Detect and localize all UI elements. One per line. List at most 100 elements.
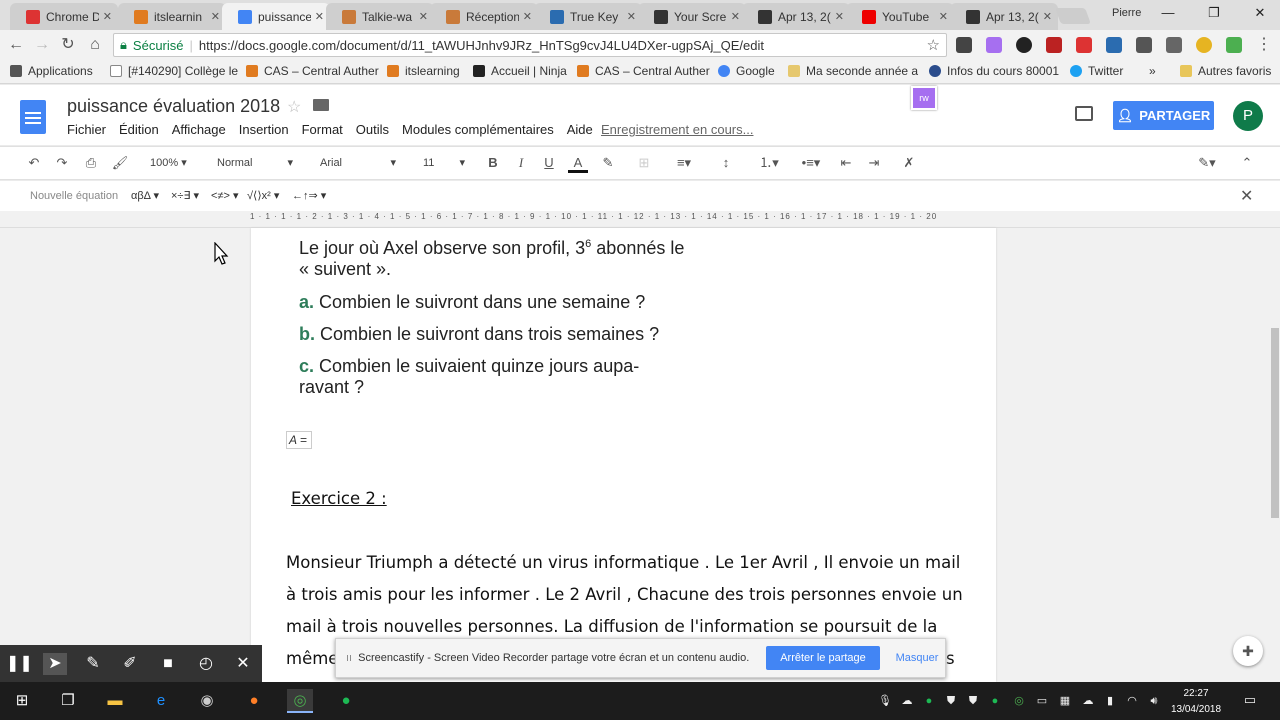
arrows-menu[interactable]: ←↑⇒ ▾ — [292, 189, 326, 202]
menu-modules[interactable]: Modules complémentaires — [402, 122, 554, 137]
bookmark-applications[interactable]: Applications — [10, 64, 93, 78]
maximize-icon[interactable]: ❐ — [1199, 2, 1229, 24]
browser-tab[interactable]: Your Scre ✕ — [638, 3, 746, 30]
extension-icon[interactable] — [1106, 37, 1122, 53]
line-spacing-icon[interactable]: ↕ — [716, 153, 736, 173]
clear-formatting-icon[interactable]: ✗ — [899, 153, 919, 173]
editing-mode-icon[interactable]: ✎▾ — [1192, 153, 1222, 173]
star-icon[interactable]: ☆ — [287, 97, 301, 117]
browser-tab[interactable]: puissance ✕ — [222, 3, 330, 30]
operators-menu[interactable]: ×÷∃ ▾ — [171, 189, 199, 202]
menu-insertion[interactable]: Insertion — [239, 122, 289, 137]
decrease-indent-icon[interactable]: ⇤ — [836, 153, 856, 173]
addon-icon[interactable]: rw — [911, 86, 937, 110]
bookmark-twitter[interactable]: Twitter — [1070, 64, 1123, 78]
spotify-tray-icon[interactable]: ● — [922, 694, 936, 708]
redo-icon[interactable]: ↷ — [52, 153, 72, 173]
align-icon[interactable]: ≡▾ — [669, 153, 699, 173]
avatar[interactable]: P — [1233, 101, 1263, 131]
microphone-icon[interactable]: 🎙︎ — [878, 694, 892, 708]
menu-aide[interactable]: Aide — [567, 122, 593, 137]
home-icon[interactable]: ⌂ — [85, 35, 105, 55]
volume-icon[interactable]: 🔊︎ — [1147, 694, 1161, 708]
wifi-icon[interactable]: ◠ — [1125, 694, 1139, 708]
underline-icon[interactable]: U — [540, 153, 558, 173]
comments-icon[interactable] — [1075, 106, 1093, 121]
close-window-icon[interactable]: ✕ — [1245, 2, 1275, 24]
menu-affichage[interactable]: Affichage — [172, 122, 226, 137]
extension-icon[interactable] — [1166, 37, 1182, 53]
firefox-icon[interactable]: ● — [241, 689, 267, 713]
browser-tab[interactable]: Chrome D ✕ — [10, 3, 118, 30]
extension-icon[interactable] — [1226, 37, 1242, 53]
tab-close-icon[interactable]: ✕ — [627, 10, 636, 23]
extension-icon[interactable] — [1076, 37, 1092, 53]
tab-close-icon[interactable]: ✕ — [835, 10, 844, 23]
bookmark-star-icon[interactable]: ☆ — [927, 36, 940, 54]
task-view-icon[interactable]: ❐ — [55, 689, 81, 713]
browser-tab[interactable]: itslearnin ✕ — [118, 3, 226, 30]
ruler-scale[interactable]: 1 · 1 · 1 · 1 · 2 · 1 · 3 · 1 · 4 · 1 · … — [250, 212, 996, 226]
math-operations-menu[interactable]: √⟨⟩x² ▾ — [247, 189, 279, 202]
bookmark-item[interactable]: itslearning — [387, 64, 460, 78]
battery-icon[interactable]: ▮ — [1103, 694, 1117, 708]
style-select[interactable]: Normal ▾ — [217, 153, 297, 173]
close-equation-icon[interactable]: ✕ — [1240, 186, 1253, 206]
bookmark-item[interactable]: Infos du cours 80001 — [929, 64, 1059, 78]
app-icon[interactable]: ◉ — [194, 689, 220, 713]
scrollbar-thumb[interactable] — [1271, 328, 1279, 518]
extension-icon[interactable] — [1046, 37, 1062, 53]
close-icon[interactable]: ✕ — [231, 653, 255, 675]
italic-icon[interactable]: I — [512, 153, 530, 173]
url-text[interactable]: https://docs.google.com/document/d/11_tA… — [199, 38, 764, 53]
hide-button[interactable]: Masquer — [892, 646, 942, 670]
menu-edition[interactable]: Édition — [119, 122, 159, 137]
paint-format-icon[interactable]: 🖌︎ — [110, 153, 130, 173]
spotify-icon[interactable]: ● — [333, 689, 359, 713]
tab-close-icon[interactable]: ✕ — [939, 10, 948, 23]
tab-close-icon[interactable]: ✕ — [211, 10, 220, 23]
save-status[interactable]: Enregistrement en cours... — [601, 122, 753, 137]
font-select[interactable]: Arial ▾ — [320, 153, 400, 173]
zoom-select[interactable]: 100% ▾ — [150, 153, 187, 173]
extension-icon[interactable] — [1016, 37, 1032, 53]
extension-icon[interactable] — [956, 37, 972, 53]
font-size-select[interactable]: 11 ▾ — [423, 153, 469, 173]
keyboard-icon[interactable]: ▦ — [1058, 694, 1072, 708]
greek-letters-menu[interactable]: αβΔ ▾ — [131, 189, 159, 202]
collapse-toolbar-icon[interactable]: ⌃ — [1237, 153, 1257, 173]
profile-name[interactable]: Pierre — [1112, 7, 1141, 19]
numbered-list-icon[interactable]: ⒈▾ — [752, 153, 786, 173]
bold-icon[interactable]: B — [484, 153, 502, 173]
browser-tab[interactable]: Réception ✕ — [430, 3, 538, 30]
timer-icon[interactable]: ◴ — [194, 653, 218, 675]
tab-close-icon[interactable]: ✕ — [1043, 10, 1052, 23]
display-icon[interactable]: ▭ — [1035, 694, 1049, 708]
forward-icon[interactable]: → — [32, 35, 52, 55]
print-icon[interactable]: ⎙ — [81, 153, 101, 173]
back-icon[interactable]: ← — [6, 35, 26, 55]
system-clock[interactable]: 22:27 13/04/2018 — [1168, 686, 1224, 718]
edge-icon[interactable]: e — [148, 689, 174, 713]
menu-fichier[interactable]: Fichier — [67, 122, 106, 137]
tab-close-icon[interactable]: ✕ — [731, 10, 740, 23]
extension-icon[interactable] — [1196, 37, 1212, 53]
bookmark-item[interactable]: Google — [718, 64, 775, 78]
folder-icon[interactable] — [313, 99, 329, 111]
bulleted-list-icon[interactable]: •≡▾ — [794, 153, 828, 173]
cursor-tool-icon[interactable]: ➤ — [43, 653, 67, 675]
bookmark-item[interactable]: Ma seconde année a — [788, 64, 918, 78]
browser-tab[interactable]: YouTube ✕ — [846, 3, 954, 30]
reload-icon[interactable]: ↻ — [58, 35, 78, 55]
browser-tab[interactable]: Talkie-wa ✕ — [326, 3, 434, 30]
minimize-icon[interactable]: — — [1153, 2, 1183, 24]
highlight-icon[interactable]: ✎ — [598, 153, 618, 173]
shield-icon[interactable]: ⛊ — [944, 694, 958, 708]
bookmark-item[interactable]: CAS – Central Auther — [246, 64, 379, 78]
cloud-icon[interactable]: ☁ — [900, 694, 914, 708]
bookmark-item[interactable]: Accueil | Ninja — [473, 64, 567, 78]
shield-icon[interactable]: ⛊ — [966, 694, 980, 708]
increase-indent-icon[interactable]: ⇥ — [864, 153, 884, 173]
undo-icon[interactable]: ↶ — [24, 153, 44, 173]
explore-icon[interactable]: ✚ — [1233, 636, 1263, 666]
